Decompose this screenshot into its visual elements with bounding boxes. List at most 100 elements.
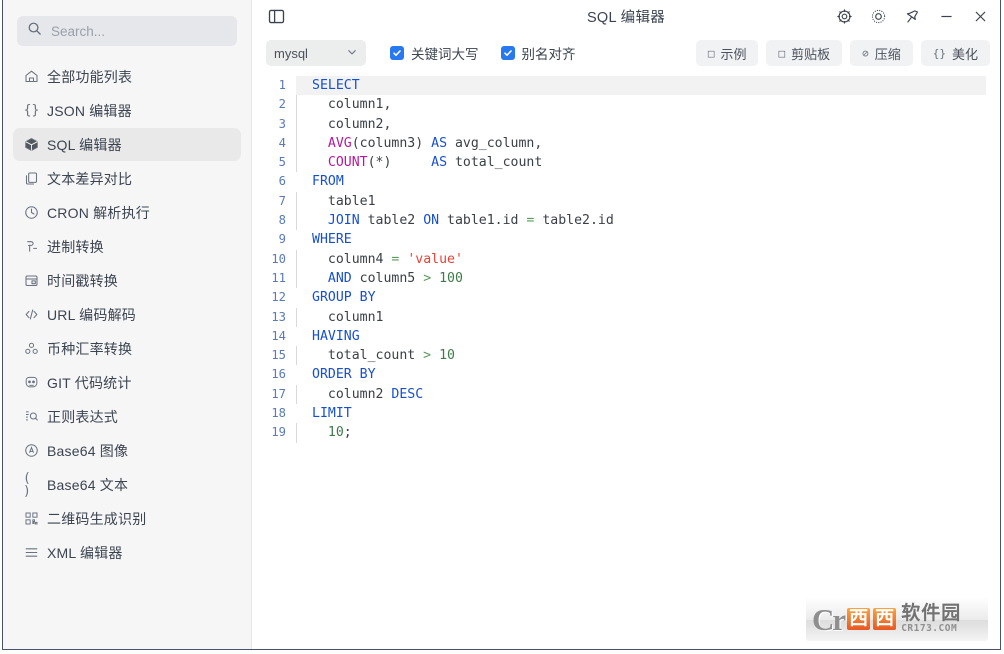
clipboard-icon: □ [778,46,786,60]
sidebar-item-9[interactable]: 币种汇率转换 [13,332,241,365]
sql-editor[interactable]: 1 SELECT 2 column1, 3 column2, 4 AVG(column3… [252,73,1000,649]
sidebar: 全部功能列表 {} JSON 编辑器 SQL 编辑器文本差异对比 CRON 解析执行进制… [3,0,252,649]
line-number: 9 [278,232,286,247]
action-button-1[interactable]: □ 示例 [695,40,759,66]
search-input[interactable] [51,23,227,39]
code-token: ; [343,425,352,441]
sidebar-item-1[interactable]: 全部功能列表 [13,60,241,93]
code-line[interactable]: 5 COUNT(*) AS total_count [252,153,1000,173]
close-icon[interactable] [970,7,990,27]
sidebar-item-11[interactable]: 正则表达式 [13,400,241,433]
sidebar-item-label: 进制转换 [47,238,104,255]
code-text[interactable]: SELECT [296,76,360,95]
code-line[interactable]: 1 SELECT [252,76,1000,96]
search-box[interactable] [17,16,237,46]
code-icon [23,306,40,323]
square-icon: □ [707,46,715,60]
code-line[interactable]: 9 WHERE [252,230,1000,249]
code-line[interactable]: 6 FROM [252,172,1000,191]
code-line[interactable]: 3 column2, [252,114,1000,134]
code-text[interactable]: column4 = 'value' [296,249,463,269]
pin-icon[interactable] [902,7,922,27]
code-text[interactable]: ORDER BY [296,365,376,384]
code-line[interactable]: 12 GROUP BY [252,288,1000,307]
panel-toggle-icon[interactable] [266,7,286,27]
code-text[interactable]: table1 [296,191,376,212]
checkbox-label: 别名对齐 [521,47,576,62]
code-token: 10 [439,348,455,364]
code-line[interactable]: 2 column1, [252,95,1000,115]
code-text[interactable]: WHERE [296,230,352,249]
sun-icon[interactable] [868,7,888,27]
toolbar-checkbox-group: 关键词大写 别名对齐 [390,43,576,63]
line-number: 1 [278,78,286,92]
dialect-select-value: mysql [274,45,308,61]
code-text[interactable]: column2 DESC [296,384,423,405]
dialect-select[interactable]: mysql [266,40,366,66]
code-line[interactable]: 4 AVG(column3) AS avg_column, [252,133,1000,154]
sidebar-item-7[interactable]: 时间戳转换 [13,264,241,297]
checkbox-2[interactable]: 别名对齐 [500,43,576,63]
sidebar-item-label: 正则表达式 [47,408,118,425]
code-text[interactable]: LIMIT [296,404,352,423]
code-text[interactable]: 10; [296,423,352,443]
line-number: 14 [271,328,286,343]
sidebar-item-10[interactable]: GIT 代码统计 [13,366,241,399]
code-line[interactable]: 10 column4 = 'value' [252,249,1000,269]
checkbox-1[interactable]: 关键词大写 [390,43,479,63]
code-line[interactable]: 7 table1 [252,191,1000,212]
code-text[interactable]: AVG(column3) AS avg_column, [296,133,542,154]
sidebar-item-6[interactable]: 进制转换 [13,230,241,263]
line-number: 17 [271,386,286,401]
sidebar-item-4[interactable]: 文本差异对比 [13,162,241,195]
code-token: column1, [327,97,392,113]
code-line[interactable]: 14 HAVING [252,327,1000,346]
code-line[interactable]: 16 ORDER BY [252,365,1000,384]
sidebar-item-3[interactable]: SQL 编辑器 [13,128,241,161]
indent-guide [296,153,297,173]
action-button-4[interactable]: {} 美化 [920,40,990,66]
indent-guide [296,211,297,231]
watermark: Cr 西西 软件园 CR173.COM [806,597,988,641]
sidebar-item-2[interactable]: {} JSON 编辑器 [13,94,241,127]
indent-guide [296,423,297,443]
code-line[interactable]: 13 column1 [252,307,1000,327]
code-token: LIMIT [312,406,352,422]
code-text[interactable]: GROUP BY [296,288,376,307]
code-text[interactable]: COUNT(*) AS total_count [296,153,542,173]
code-line[interactable]: 17 column2 DESC [252,384,1000,405]
qrcode-icon [23,510,40,527]
gear-icon[interactable] [834,7,854,27]
checkbox-box[interactable] [500,46,515,60]
code-text[interactable]: column1, [296,95,392,115]
code-text[interactable]: column1 [296,307,384,327]
watermark-brand-chars: 西西 [847,608,897,630]
code-line[interactable]: 19 10; [252,423,1000,443]
sidebar-item-13[interactable]: ( ) Base64 文本 [13,468,241,501]
code-text[interactable]: JOIN table2 ON table1.id = table2.id [296,211,614,231]
code-text[interactable]: HAVING [296,327,360,346]
minimize-icon[interactable] [936,7,956,27]
checkbox-box[interactable] [390,46,404,60]
code-line[interactable]: 8 JOIN table2 ON table1.id = table2.id [252,211,1000,231]
code-text[interactable]: total_count > 10 [296,346,455,366]
code-line[interactable]: 11 AND column5 > 100 [252,268,1000,289]
code-text[interactable]: column2, [296,114,391,134]
code-token: column1 [327,309,384,325]
code-line[interactable]: 18 LIMIT [252,404,1000,423]
action-button-2[interactable]: □ 剪贴板 [766,40,843,66]
code-text[interactable]: FROM [296,172,344,191]
sidebar-item-14[interactable]: 二维码生成识别 [13,502,241,535]
code-text[interactable]: AND column5 > 100 [296,268,463,289]
sidebar-item-8[interactable]: URL 编码解码 [13,298,241,331]
title-bar: SQL 编辑器 [252,0,1000,33]
code-area[interactable]: 1 SELECT 2 column1, 3 column2, 4 AVG(column3… [252,73,1000,443]
code-line[interactable]: 15 total_count > 10 [252,346,1000,366]
sidebar-item-15[interactable]: XML 编辑器 [13,536,241,569]
sidebar-item-12[interactable]: Base64 图像 [13,434,241,467]
action-button-3[interactable]: ⊘ 压缩 [850,40,913,66]
code-token: column4 [327,251,392,267]
sidebar-item-5[interactable]: CRON 解析执行 [13,196,241,229]
line-number: 2 [278,97,286,112]
sidebar-item-label: CRON 解析执行 [47,204,150,221]
